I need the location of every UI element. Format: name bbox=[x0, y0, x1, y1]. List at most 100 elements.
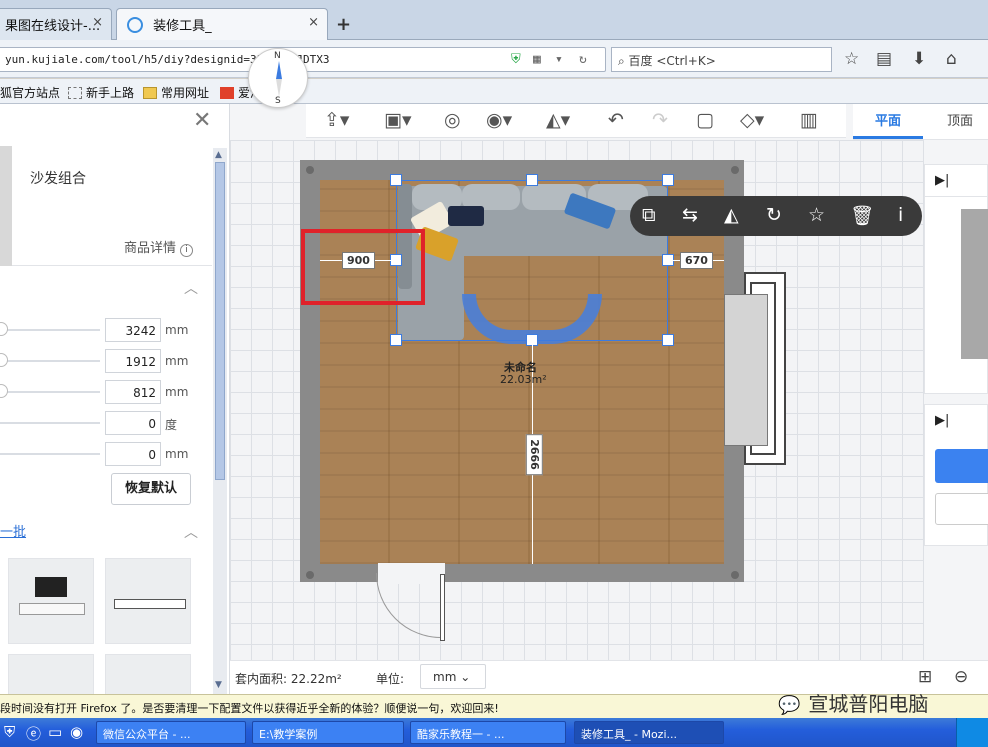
toolbox-icon[interactable]: ▣▾ bbox=[384, 109, 412, 131]
collapse-caret-icon[interactable]: ︿ bbox=[184, 278, 198, 298]
unit-select[interactable]: mm ⌄ bbox=[420, 664, 486, 689]
depth-slider[interactable]: 1912 mm bbox=[0, 347, 200, 375]
product-thumbnail[interactable] bbox=[8, 654, 94, 694]
product-detail-link[interactable]: 商品详情 i bbox=[124, 237, 194, 257]
resize-handle[interactable] bbox=[390, 334, 402, 346]
star-icon[interactable]: ☆ bbox=[808, 204, 825, 226]
scrollbar-thumb[interactable] bbox=[215, 162, 225, 480]
wall-corner bbox=[731, 166, 739, 174]
desktop-icon[interactable]: ▭ bbox=[48, 723, 62, 741]
ie-icon[interactable]: ⓔ bbox=[26, 723, 41, 744]
zoom-fit-icon[interactable]: ⊞ bbox=[918, 667, 932, 687]
scroll-up-icon[interactable]: ▲ bbox=[215, 150, 222, 160]
product-thumbnail[interactable] bbox=[8, 558, 94, 644]
slider-knob[interactable] bbox=[0, 353, 8, 367]
dimension-bottom[interactable]: 2666 bbox=[525, 434, 543, 475]
close-icon[interactable]: ✕ bbox=[193, 108, 211, 133]
dimension-right[interactable]: 670 bbox=[680, 252, 713, 269]
delete-icon[interactable]: 🗑 bbox=[850, 204, 874, 227]
resize-handle[interactable] bbox=[526, 174, 538, 186]
shield-icon[interactable]: ⛨ bbox=[511, 52, 521, 67]
redo-icon[interactable]: ↷ bbox=[652, 109, 668, 131]
height-input[interactable]: 812 bbox=[105, 380, 161, 404]
expand-icon[interactable]: ▶| bbox=[935, 413, 949, 428]
compass-icon[interactable]: N S bbox=[248, 48, 308, 108]
info-icon[interactable]: i bbox=[898, 204, 903, 226]
shield-icon[interactable]: ⛨ bbox=[4, 723, 15, 741]
tab-effect-design[interactable]: 果图在线设计-... × bbox=[0, 8, 112, 40]
scroll-down-icon[interactable]: ▼ bbox=[215, 680, 222, 690]
undo-icon[interactable]: ↶ bbox=[608, 109, 624, 131]
taskbar-item[interactable]: 微信公众平台 - ... bbox=[96, 721, 246, 744]
slider-knob[interactable] bbox=[0, 384, 8, 398]
bookmark-star-icon[interactable]: ☆ bbox=[844, 49, 859, 69]
reading-list-icon[interactable]: ▤ bbox=[876, 49, 892, 69]
taskbar-item[interactable]: 酷家乐教程一 - ... bbox=[410, 721, 566, 744]
primary-action-button[interactable] bbox=[935, 449, 988, 483]
taobao-icon bbox=[220, 87, 234, 99]
width-slider[interactable]: 3242 mm bbox=[0, 316, 200, 344]
width-input[interactable]: 3242 bbox=[105, 318, 161, 342]
secondary-action-button[interactable] bbox=[935, 493, 988, 525]
search-box[interactable]: ⌕ 百度 <Ctrl+K> bbox=[611, 47, 832, 72]
taskbar-item[interactable]: 装修工具_ - Mozi... bbox=[574, 721, 724, 744]
inner-area-label: 套内面积: 22.22m² bbox=[235, 672, 342, 686]
bookmark-item[interactable]: 新手上路 bbox=[68, 84, 134, 101]
rotate-icon[interactable]: ↻ bbox=[766, 204, 782, 226]
reset-default-button[interactable]: 恢复默认 bbox=[111, 473, 191, 505]
flip-icon[interactable]: ◭ bbox=[724, 204, 739, 226]
eye-icon[interactable]: ◉▾ bbox=[486, 109, 512, 131]
rotation-slider[interactable]: 0 度 bbox=[0, 409, 200, 437]
tab-ceiling[interactable]: 顶面 bbox=[947, 110, 973, 129]
rotation-input[interactable]: 0 bbox=[105, 411, 161, 435]
door[interactable] bbox=[440, 574, 445, 641]
resize-handle[interactable] bbox=[390, 174, 402, 186]
bookmark-item[interactable]: 常用网址 bbox=[143, 84, 209, 101]
copy-icon[interactable]: ⧉ bbox=[642, 204, 656, 226]
dropdown-arrow-icon[interactable]: ▾ bbox=[555, 52, 563, 67]
reload-icon[interactable]: ↻ bbox=[579, 52, 587, 67]
close-icon[interactable]: × bbox=[92, 15, 103, 30]
new-tab-button[interactable]: + bbox=[336, 14, 351, 35]
qr-code-icon[interactable]: ▦ bbox=[533, 52, 541, 67]
elevation-input[interactable]: 0 bbox=[105, 442, 161, 466]
left-panel: ✕ 沙发组合 商品详情 i ︿ 3242 mm 1912 mm 812 mm 0 … bbox=[0, 104, 230, 694]
bookmark-item[interactable]: 狐官方站点 bbox=[0, 84, 60, 101]
browser-tab-bar: 果图在线设计-... × 装修工具_ × + bbox=[0, 0, 988, 41]
product-thumbnail[interactable] bbox=[105, 654, 191, 694]
depth-input[interactable]: 1912 bbox=[105, 349, 161, 373]
system-tray[interactable] bbox=[956, 718, 988, 747]
expand-icon[interactable]: ▶| bbox=[935, 173, 949, 188]
upload-icon[interactable]: ⇪▾ bbox=[324, 109, 349, 131]
player-icon[interactable]: ◉ bbox=[70, 723, 83, 741]
mirror-icon[interactable]: ◭▾ bbox=[546, 109, 570, 131]
search-placeholder: 百度 <Ctrl+K> bbox=[628, 54, 716, 68]
wechat-icon: 💬 bbox=[778, 695, 801, 716]
map-icon[interactable]: ▥ bbox=[800, 109, 818, 131]
object-action-bar: ⧉ ⇆ ◭ ↻ ☆ 🗑 i bbox=[630, 196, 922, 236]
unit-label: 单位: bbox=[376, 672, 405, 686]
swap-icon[interactable]: ⇆ bbox=[682, 204, 698, 226]
unit-label: mm bbox=[165, 354, 189, 368]
zoom-out-icon[interactable]: ⊖ bbox=[954, 667, 968, 687]
page-icon bbox=[68, 87, 82, 99]
resize-handle[interactable] bbox=[662, 334, 674, 346]
collapse-caret-icon[interactable]: ︿ bbox=[184, 522, 198, 542]
shape-icon[interactable]: ◎ bbox=[444, 109, 461, 131]
elevation-slider[interactable]: 0 mm bbox=[0, 440, 200, 468]
close-icon[interactable]: × bbox=[308, 15, 319, 30]
product-card: 沙发组合 商品详情 i bbox=[0, 144, 212, 266]
swap-batch-link[interactable]: 一批 bbox=[0, 521, 26, 540]
height-slider[interactable]: 812 mm bbox=[0, 378, 200, 406]
save-icon[interactable]: ▢ bbox=[696, 109, 714, 131]
left-panel-scrollbar[interactable]: ▲ ▼ bbox=[213, 148, 227, 694]
eraser-icon[interactable]: ◇▾ bbox=[740, 109, 764, 131]
product-thumbnail[interactable] bbox=[105, 558, 191, 644]
download-icon[interactable]: ⬇ bbox=[912, 49, 926, 69]
slider-knob[interactable] bbox=[0, 322, 8, 336]
resize-handle[interactable] bbox=[662, 174, 674, 186]
taskbar-item[interactable]: E:\教学案例 bbox=[252, 721, 404, 744]
home-icon[interactable]: ⌂ bbox=[946, 49, 957, 69]
tab-decoration-tool[interactable]: 装修工具_ × bbox=[116, 8, 328, 41]
tab-floor-plan[interactable]: 平面 bbox=[875, 110, 901, 129]
